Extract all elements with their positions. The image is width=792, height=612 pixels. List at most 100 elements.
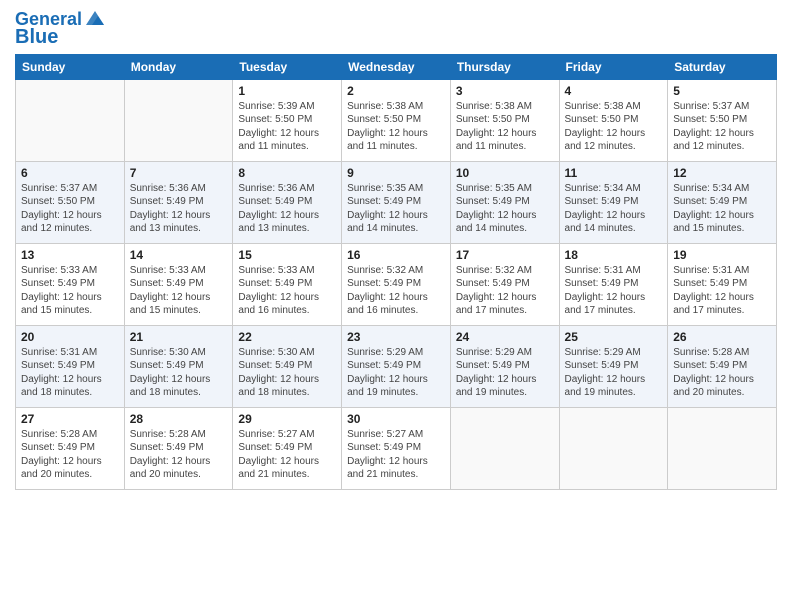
calendar-week-row: 20 Sunrise: 5:31 AM Sunset: 5:49 PM Dayli…: [16, 325, 777, 407]
logo: General Blue: [15, 10, 106, 48]
day-info: Sunrise: 5:31 AM Sunset: 5:49 PM Dayligh…: [673, 264, 771, 318]
calendar-cell: 1 Sunrise: 5:39 AM Sunset: 5:50 PM Daylig…: [233, 79, 342, 161]
calendar-cell: 22 Sunrise: 5:30 AM Sunset: 5:49 PM Dayli…: [233, 325, 342, 407]
day-number: 2: [347, 84, 445, 98]
day-info: Sunrise: 5:38 AM Sunset: 5:50 PM Dayligh…: [347, 100, 445, 154]
calendar-cell: 16Sunrise: 5:32 AM Sunset: 5:49 PM Dayli…: [342, 243, 451, 325]
col-header-thursday: Thursday: [450, 54, 559, 79]
calendar-cell: 20 Sunrise: 5:31 AM Sunset: 5:49 PM Dayli…: [16, 325, 125, 407]
calendar-cell: 23Sunrise: 5:29 AM Sunset: 5:49 PM Dayli…: [342, 325, 451, 407]
day-info: Sunrise: 5:35 AM Sunset: 5:49 PM Dayligh…: [456, 182, 554, 236]
day-number: 27: [21, 412, 119, 426]
col-header-tuesday: Tuesday: [233, 54, 342, 79]
calendar-cell: 3 Sunrise: 5:38 AM Sunset: 5:50 PM Daylig…: [450, 79, 559, 161]
day-info: Sunrise: 5:30 AM Sunset: 5:49 PM Dayligh…: [238, 346, 336, 400]
calendar-cell: 7 Sunrise: 5:36 AM Sunset: 5:49 PM Daylig…: [124, 161, 233, 243]
day-number: 22: [238, 330, 336, 344]
day-number: 4: [565, 84, 663, 98]
day-number: 23: [347, 330, 445, 344]
day-info: Sunrise: 5:28 AM Sunset: 5:49 PM Dayligh…: [130, 428, 228, 482]
calendar-cell: 28 Sunrise: 5:28 AM Sunset: 5:49 PM Dayli…: [124, 407, 233, 489]
day-number: 28: [130, 412, 228, 426]
calendar-cell: 18 Sunrise: 5:31 AM Sunset: 5:49 PM Dayli…: [559, 243, 668, 325]
calendar-week-row: 27 Sunrise: 5:28 AM Sunset: 5:49 PM Dayli…: [16, 407, 777, 489]
calendar-cell: 29Sunrise: 5:27 AM Sunset: 5:49 PM Dayli…: [233, 407, 342, 489]
day-number: 26: [673, 330, 771, 344]
day-info: Sunrise: 5:34 AM Sunset: 5:49 PM Dayligh…: [673, 182, 771, 236]
day-number: 19: [673, 248, 771, 262]
day-info: Sunrise: 5:31 AM Sunset: 5:49 PM Dayligh…: [21, 346, 119, 400]
day-info: Sunrise: 5:32 AM Sunset: 5:49 PM Dayligh…: [456, 264, 554, 318]
day-number: 10: [456, 166, 554, 180]
day-number: 12: [673, 166, 771, 180]
day-number: 21: [130, 330, 228, 344]
day-number: 20: [21, 330, 119, 344]
day-number: 13: [21, 248, 119, 262]
day-info: Sunrise: 5:33 AM Sunset: 5:49 PM Dayligh…: [21, 264, 119, 318]
day-info: Sunrise: 5:35 AM Sunset: 5:49 PM Dayligh…: [347, 182, 445, 236]
day-number: 11: [565, 166, 663, 180]
header: General Blue: [15, 10, 777, 48]
day-info: Sunrise: 5:38 AM Sunset: 5:50 PM Dayligh…: [456, 100, 554, 154]
calendar-cell: 17 Sunrise: 5:32 AM Sunset: 5:49 PM Dayli…: [450, 243, 559, 325]
day-number: 24: [456, 330, 554, 344]
day-number: 18: [565, 248, 663, 262]
day-info: Sunrise: 5:30 AM Sunset: 5:49 PM Dayligh…: [130, 346, 228, 400]
day-number: 7: [130, 166, 228, 180]
calendar-cell: [124, 79, 233, 161]
calendar-cell: 11 Sunrise: 5:34 AM Sunset: 5:49 PM Dayli…: [559, 161, 668, 243]
calendar-cell: 9 Sunrise: 5:35 AM Sunset: 5:49 PM Daylig…: [342, 161, 451, 243]
day-info: Sunrise: 5:32 AM Sunset: 5:49 PM Dayligh…: [347, 264, 445, 318]
calendar-cell: 6 Sunrise: 5:37 AM Sunset: 5:50 PM Daylig…: [16, 161, 125, 243]
day-number: 8: [238, 166, 336, 180]
day-info: Sunrise: 5:28 AM Sunset: 5:49 PM Dayligh…: [673, 346, 771, 400]
calendar-cell: 4 Sunrise: 5:38 AM Sunset: 5:50 PM Daylig…: [559, 79, 668, 161]
calendar-cell: 30 Sunrise: 5:27 AM Sunset: 5:49 PM Dayli…: [342, 407, 451, 489]
calendar-cell: [450, 407, 559, 489]
logo-text-blue: Blue: [15, 26, 58, 48]
col-header-friday: Friday: [559, 54, 668, 79]
logo-icon: [84, 7, 106, 29]
calendar-cell: 19 Sunrise: 5:31 AM Sunset: 5:49 PM Dayli…: [668, 243, 777, 325]
calendar-week-row: 13 Sunrise: 5:33 AM Sunset: 5:49 PM Dayli…: [16, 243, 777, 325]
calendar-cell: 5 Sunrise: 5:37 AM Sunset: 5:50 PM Daylig…: [668, 79, 777, 161]
day-info: Sunrise: 5:38 AM Sunset: 5:50 PM Dayligh…: [565, 100, 663, 154]
calendar-cell: 24 Sunrise: 5:29 AM Sunset: 5:49 PM Dayli…: [450, 325, 559, 407]
day-info: Sunrise: 5:31 AM Sunset: 5:49 PM Dayligh…: [565, 264, 663, 318]
day-info: Sunrise: 5:37 AM Sunset: 5:50 PM Dayligh…: [21, 182, 119, 236]
calendar-cell: 27Sunrise: 5:28 AM Sunset: 5:49 PM Dayli…: [16, 407, 125, 489]
day-info: Sunrise: 5:34 AM Sunset: 5:49 PM Dayligh…: [565, 182, 663, 236]
col-header-sunday: Sunday: [16, 54, 125, 79]
day-number: 5: [673, 84, 771, 98]
day-number: 25: [565, 330, 663, 344]
calendar-cell: 26 Sunrise: 5:28 AM Sunset: 5:49 PM Dayli…: [668, 325, 777, 407]
day-info: Sunrise: 5:33 AM Sunset: 5:49 PM Dayligh…: [238, 264, 336, 318]
day-number: 3: [456, 84, 554, 98]
day-info: Sunrise: 5:36 AM Sunset: 5:49 PM Dayligh…: [238, 182, 336, 236]
calendar-cell: 21 Sunrise: 5:30 AM Sunset: 5:49 PM Dayli…: [124, 325, 233, 407]
calendar-cell: 15Sunrise: 5:33 AM Sunset: 5:49 PM Dayli…: [233, 243, 342, 325]
day-info: Sunrise: 5:33 AM Sunset: 5:49 PM Dayligh…: [130, 264, 228, 318]
day-number: 14: [130, 248, 228, 262]
day-info: Sunrise: 5:39 AM Sunset: 5:50 PM Dayligh…: [238, 100, 336, 154]
page: General Blue SundayMondayTuesdayWednesda…: [0, 0, 792, 500]
day-info: Sunrise: 5:27 AM Sunset: 5:49 PM Dayligh…: [347, 428, 445, 482]
calendar-cell: 8 Sunrise: 5:36 AM Sunset: 5:49 PM Daylig…: [233, 161, 342, 243]
day-number: 30: [347, 412, 445, 426]
day-number: 17: [456, 248, 554, 262]
calendar: SundayMondayTuesdayWednesdayThursdayFrid…: [15, 54, 777, 490]
day-info: Sunrise: 5:37 AM Sunset: 5:50 PM Dayligh…: [673, 100, 771, 154]
calendar-cell: [559, 407, 668, 489]
day-info: Sunrise: 5:29 AM Sunset: 5:49 PM Dayligh…: [456, 346, 554, 400]
calendar-cell: 25Sunrise: 5:29 AM Sunset: 5:49 PM Dayli…: [559, 325, 668, 407]
calendar-cell: 13 Sunrise: 5:33 AM Sunset: 5:49 PM Dayli…: [16, 243, 125, 325]
calendar-cell: 10 Sunrise: 5:35 AM Sunset: 5:49 PM Dayli…: [450, 161, 559, 243]
col-header-saturday: Saturday: [668, 54, 777, 79]
day-number: 1: [238, 84, 336, 98]
day-info: Sunrise: 5:36 AM Sunset: 5:49 PM Dayligh…: [130, 182, 228, 236]
calendar-cell: [16, 79, 125, 161]
day-number: 9: [347, 166, 445, 180]
col-header-monday: Monday: [124, 54, 233, 79]
calendar-cell: 2 Sunrise: 5:38 AM Sunset: 5:50 PM Daylig…: [342, 79, 451, 161]
day-number: 6: [21, 166, 119, 180]
